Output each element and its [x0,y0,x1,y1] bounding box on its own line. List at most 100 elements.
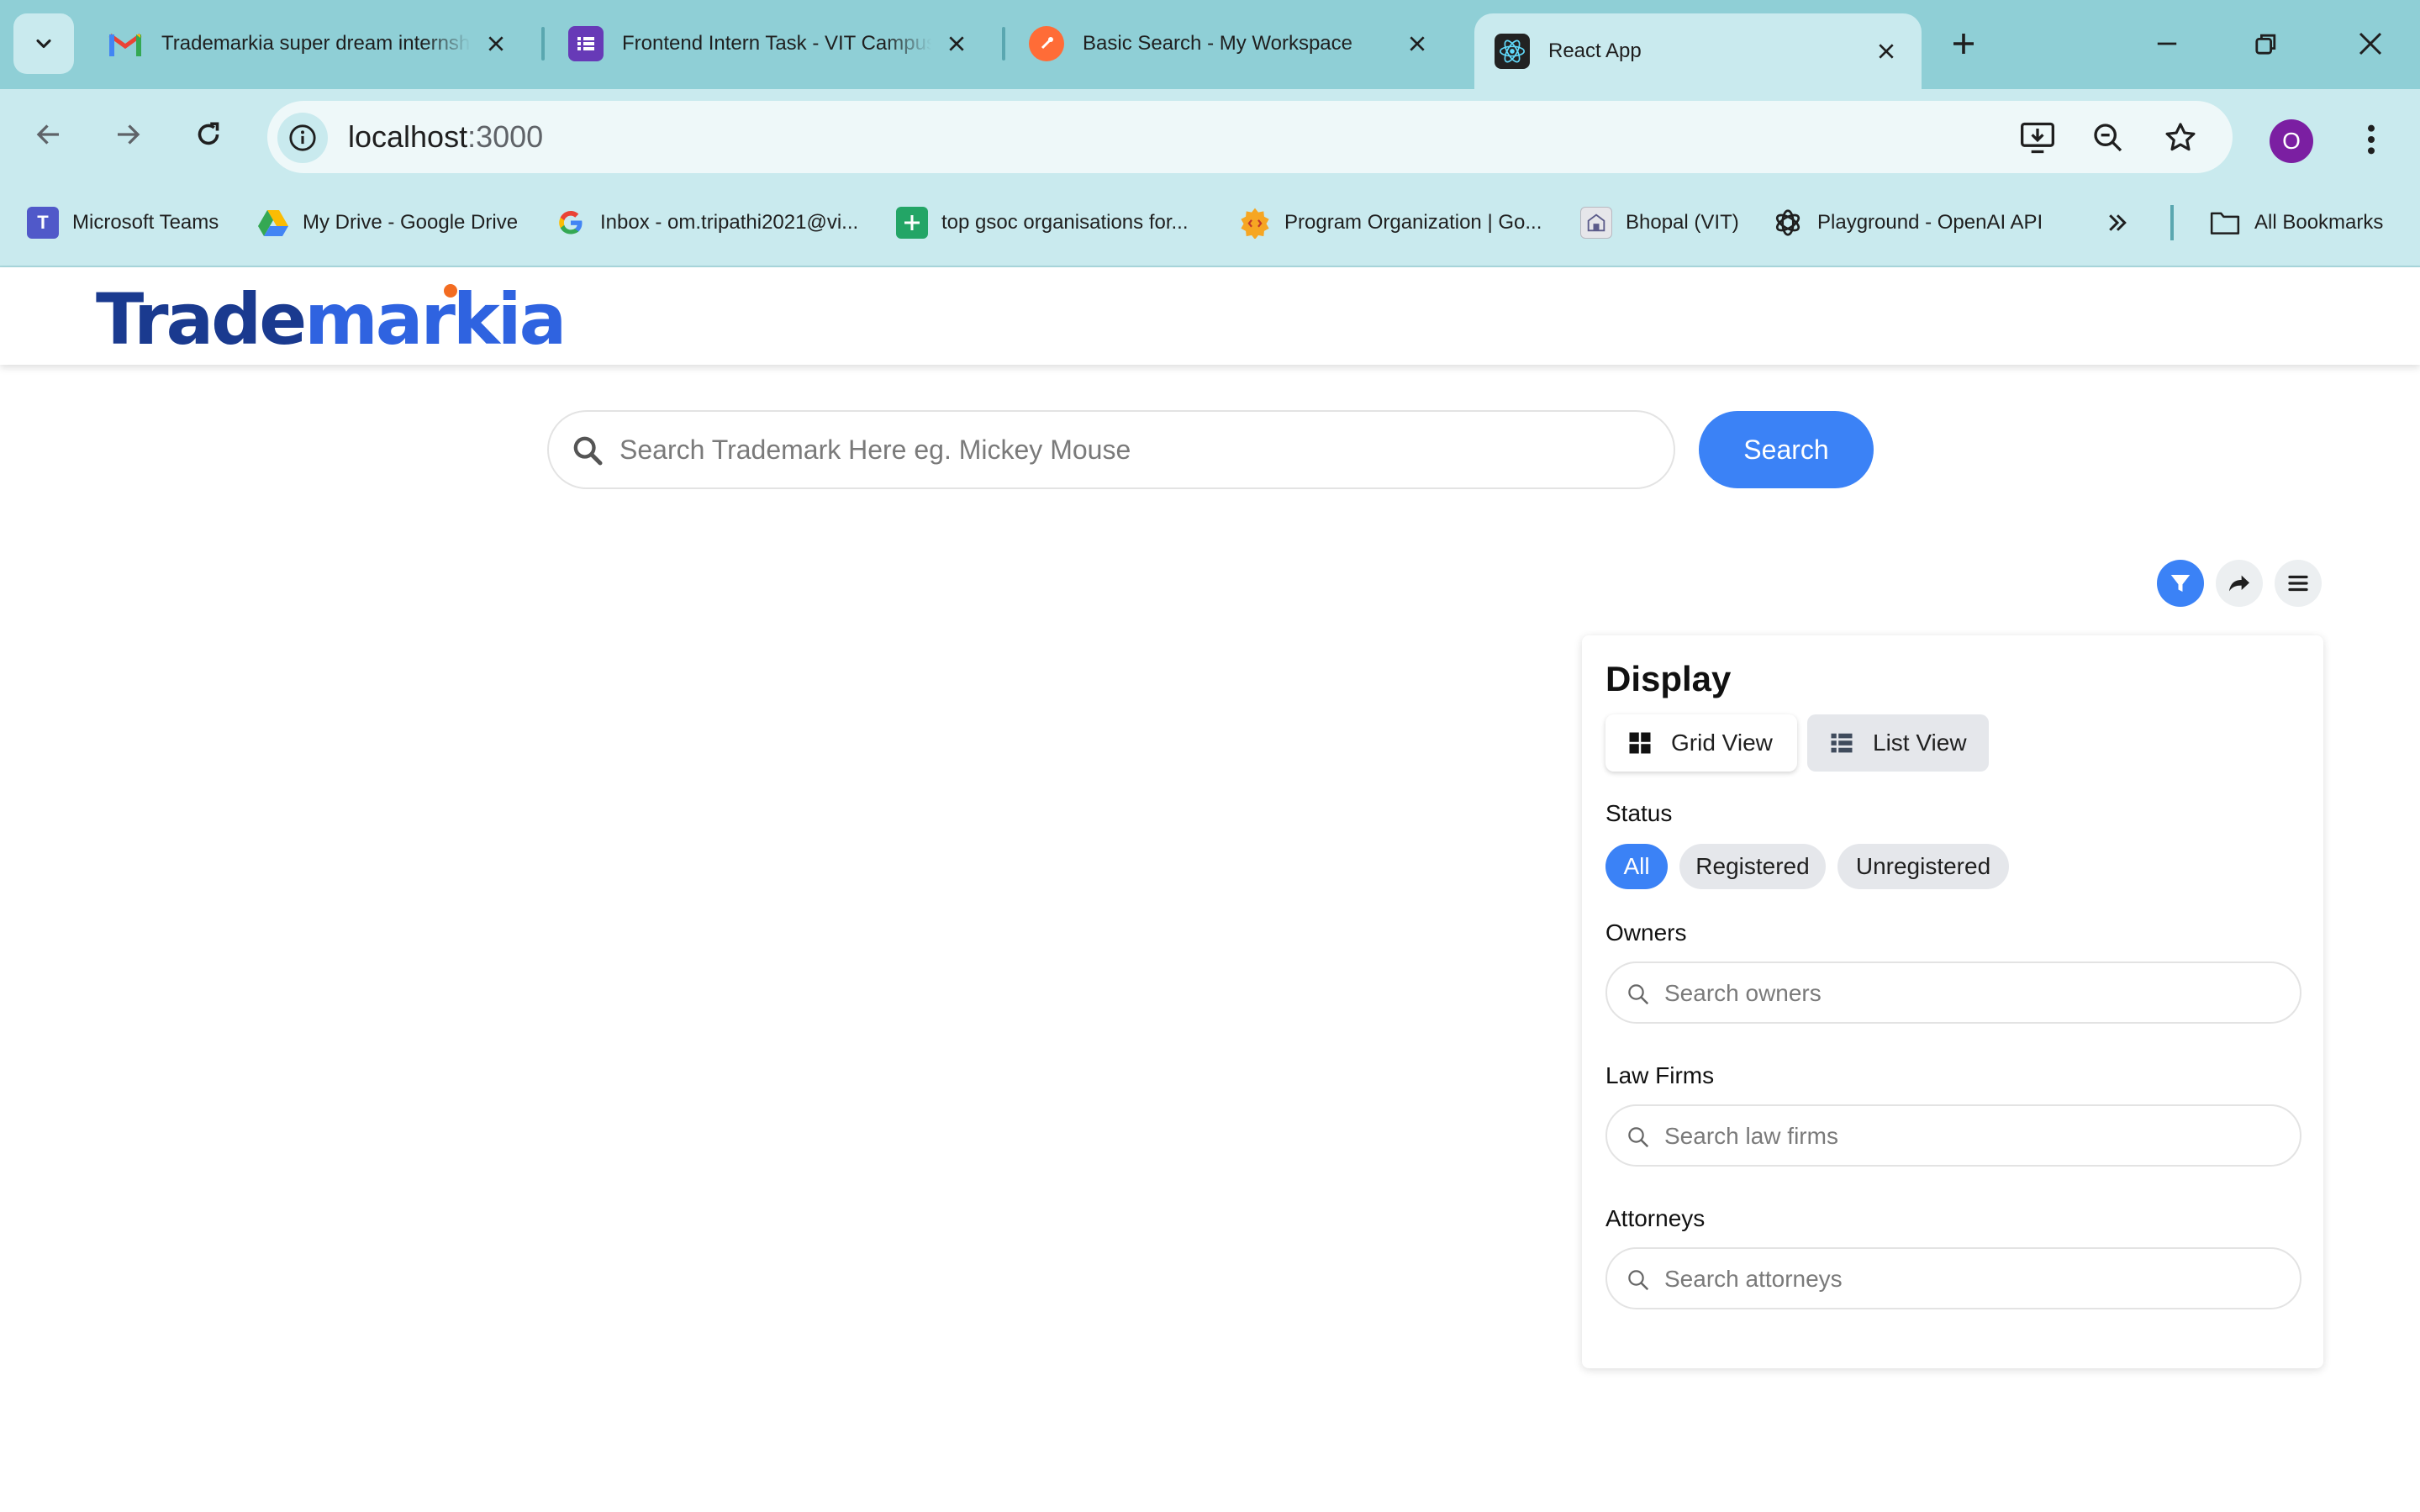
minimize-button[interactable] [2142,20,2192,67]
status-filter-unregistered[interactable]: Unregistered [1837,844,2009,889]
zoom-out-icon [2094,124,2122,152]
bookmark-label: All Bookmarks [2254,211,2384,234]
minimize-icon [2157,42,2177,45]
owners-search-box [1605,961,2301,1024]
tab-forms[interactable]: Frontend Intern Task - VIT Campus [548,13,992,74]
more-vert-icon [2368,124,2375,155]
tab-search-button[interactable] [13,13,74,74]
bookmark-label: Program Organization | Go... [1284,211,1542,234]
install-icon [2021,122,2054,154]
bookmarks-separator [2170,205,2174,240]
close-icon[interactable] [941,29,972,59]
bookmark-item[interactable]: Inbox - om.tripathi2021@vi... [555,200,858,245]
gmail-icon [108,26,143,61]
bookmark-item[interactable]: Bhopal (VIT) [1580,200,1739,245]
close-icon[interactable] [1402,29,1432,59]
list-view-label: List View [1873,730,1967,756]
all-bookmarks-button[interactable]: All Bookmarks [2209,200,2383,245]
tab-gmail[interactable]: Trademarkia super dream internship [87,13,531,74]
close-window-button[interactable] [2345,20,2396,67]
more-bookmarks-button[interactable] [2105,200,2130,245]
bookmark-item[interactable]: top gsoc organisations for... [896,200,1189,245]
panel-title: Display [1605,659,1732,698]
url-host: localhost [348,119,468,154]
chevron-down-icon [36,39,51,49]
status-filter-registered[interactable]: Registered [1679,844,1826,889]
share-button[interactable] [2216,560,2263,607]
tab-separator [1002,27,1005,61]
trademark-search-input[interactable] [619,425,1645,474]
search-icon [571,434,604,472]
plus-icon [1953,34,1974,54]
bookmark-label: Playground - OpenAI API [1817,211,2043,234]
bookmark-label: Bhopal (VIT) [1626,211,1739,234]
browser-menu-button[interactable] [2350,114,2392,165]
attorneys-search-input[interactable] [1664,1261,2278,1298]
tab-react-app[interactable]: React App [1474,13,1922,89]
close-icon[interactable] [481,29,511,59]
menu-icon [2288,575,2308,592]
site-info-button[interactable] [277,113,328,163]
install-app-button[interactable] [2016,116,2059,160]
reload-icon [198,122,219,145]
logo-part-trade: Trade [96,278,307,361]
list-view-button[interactable]: List View [1807,714,1989,772]
folder-icon [2209,207,2241,239]
profile-avatar[interactable]: O [2270,119,2313,163]
bookmarks-bar: T Microsoft Teams My Drive - Google Driv… [0,178,2420,267]
owners-search-input[interactable] [1664,975,2278,1012]
grid-icon [1629,732,1651,754]
search-icon [1626,982,1651,1011]
bookmark-item[interactable]: T Microsoft Teams [27,200,219,245]
bookmark-label: top gsoc organisations for... [941,211,1189,234]
bookmark-label: My Drive - Google Drive [303,211,519,234]
close-icon [2359,32,2382,55]
bookmark-item[interactable]: Playground - OpenAI API [1772,200,2043,245]
url-port: :3000 [467,119,544,154]
filter-icon [2170,575,2191,592]
restore-button[interactable] [2241,20,2291,67]
share-icon [2229,575,2249,592]
bookmark-item[interactable]: Program Organization | Go... [1239,200,1542,245]
bookmark-item[interactable]: My Drive - Google Drive [257,200,518,245]
arrow-left-icon [36,124,59,145]
owners-label: Owners [1605,919,1687,946]
trademarkia-logo[interactable]: Trademarkia [96,284,567,355]
search-icon [1626,1267,1651,1297]
filter-toggle-button[interactable] [2157,560,2204,607]
grid-view-button[interactable]: Grid View [1605,714,1797,772]
tab-postman[interactable]: Basic Search - My Workspace [1009,13,1453,74]
search-button[interactable]: Search [1699,411,1874,488]
law-firms-search-box [1605,1104,2301,1167]
openai-icon [1772,207,1804,239]
list-icon [1831,733,1853,753]
new-tab-button[interactable] [1943,24,1984,64]
bookmark-star-button[interactable] [2159,116,2202,160]
sort-menu-button[interactable] [2275,560,2322,607]
law-firms-search-input[interactable] [1664,1118,2278,1155]
back-button[interactable] [25,111,72,158]
close-icon[interactable] [1871,36,1901,66]
double-chevron-right-icon [2109,214,2127,231]
vit-icon [1580,207,1612,239]
react-icon [1495,34,1530,69]
postman-icon [1029,26,1064,61]
tab-title: Trademarkia super dream internship [161,32,471,55]
status-filter-all[interactable]: All [1605,844,1668,889]
app-header: Trademarkia [0,267,2420,365]
logo-dot [444,284,457,298]
google-forms-icon [568,26,604,61]
attorneys-label: Attorneys [1605,1205,1706,1231]
tab-title: React App [1548,40,1642,62]
address-bar[interactable]: localhost:3000 [267,101,2233,173]
teams-icon: T [27,207,59,239]
tab-title: Basic Search - My Workspace [1083,32,1352,55]
bookmark-label: Microsoft Teams [72,211,219,234]
forward-button[interactable] [104,111,151,158]
tab-title: Frontend Intern Task - VIT Campus [622,32,931,55]
arrow-right-icon [118,124,140,145]
restore-icon [2255,34,2276,55]
zoom-button[interactable] [2086,116,2130,160]
reload-button[interactable] [185,111,232,158]
trademark-search-box [547,410,1675,489]
